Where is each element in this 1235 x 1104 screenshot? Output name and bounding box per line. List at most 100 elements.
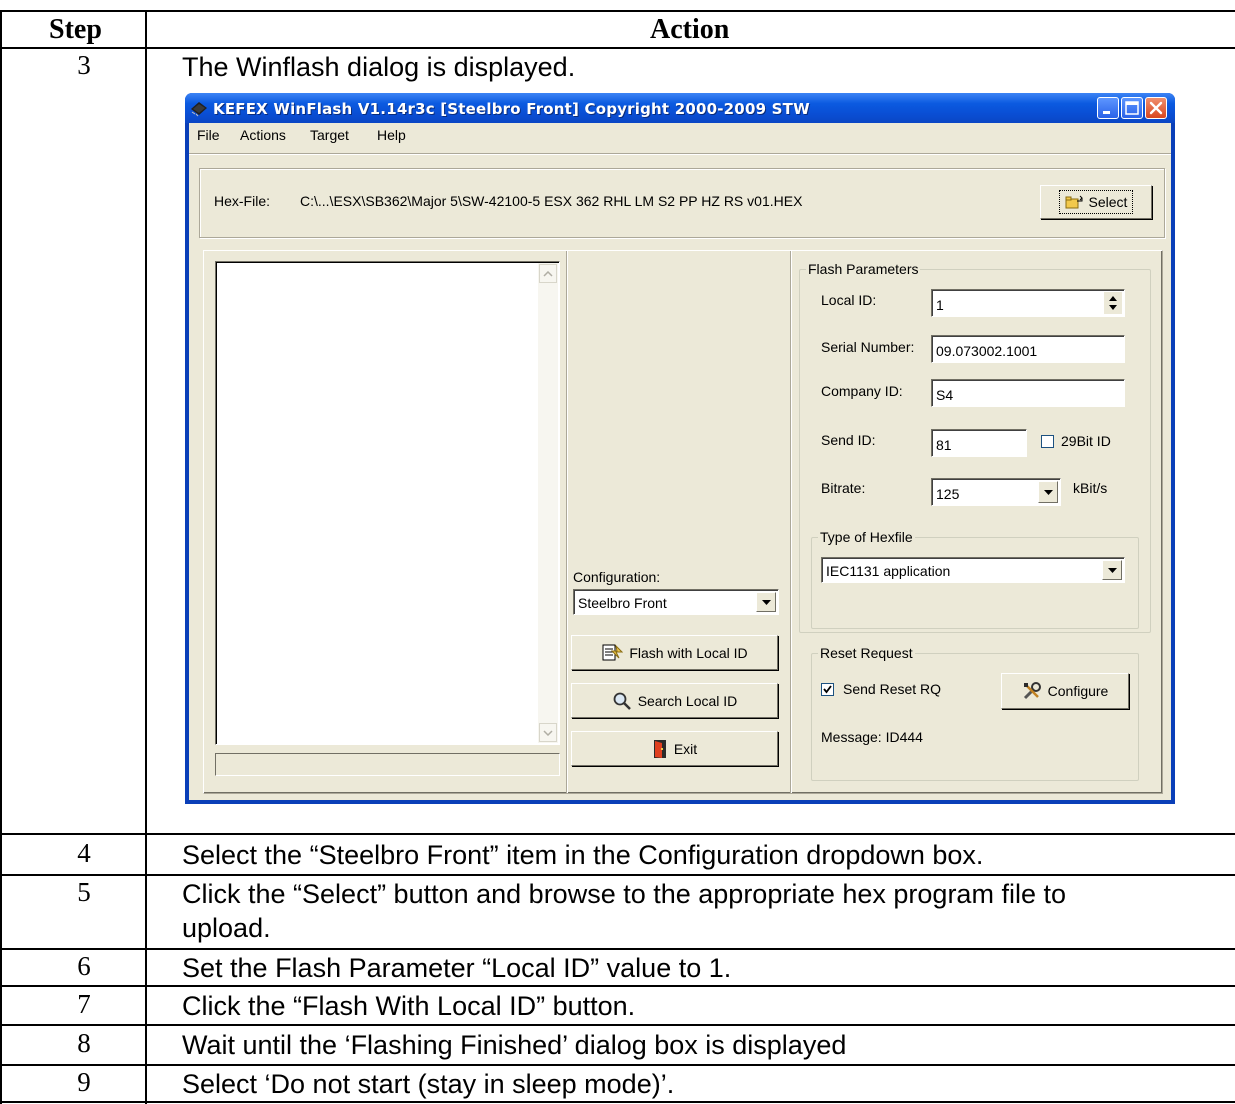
step-action: Click the “Select” button and browse to … bbox=[182, 879, 1066, 909]
checkmark-icon bbox=[823, 685, 832, 694]
row-rule bbox=[0, 1101, 1235, 1103]
step-number: 8 bbox=[77, 1028, 91, 1058]
serial-number-field[interactable]: 09.073002.1001 bbox=[931, 335, 1125, 363]
send-reset-label: Send Reset RQ bbox=[843, 681, 942, 697]
exit-button-label: Exit bbox=[673, 740, 698, 757]
menu-help[interactable]: Help bbox=[377, 127, 406, 143]
local-id-spinner[interactable]: 1 bbox=[931, 289, 1125, 317]
row-rule bbox=[0, 874, 1235, 876]
send-id-field[interactable]: 81 bbox=[931, 429, 1027, 457]
table-border-top bbox=[0, 10, 1235, 12]
minimize-icon bbox=[1103, 111, 1110, 114]
magnifier-icon bbox=[613, 692, 631, 710]
spinner-arrows-icon bbox=[1104, 292, 1122, 314]
flash-with-local-id-button[interactable]: Flash with Local ID bbox=[571, 635, 778, 670]
window-client: File Actions Target Help Hex-File: C:\..… bbox=[189, 123, 1171, 800]
flash-icon bbox=[602, 643, 624, 660]
step-number: 4 bbox=[77, 838, 91, 868]
step-number: 9 bbox=[77, 1067, 91, 1097]
table-header-rule bbox=[0, 47, 1235, 49]
header-action: Action bbox=[650, 14, 730, 45]
configure-button-label: Configure bbox=[1047, 683, 1109, 699]
spinner-buttons[interactable] bbox=[1104, 292, 1122, 314]
step-number: 7 bbox=[77, 989, 91, 1019]
chevron-up-icon bbox=[543, 270, 553, 277]
caret-down-icon bbox=[761, 599, 771, 605]
hex-file-panel: Hex-File: C:\...\ESX\SB362\Major 5\SW-42… bbox=[199, 168, 1165, 238]
configure-button[interactable]: Configure bbox=[1001, 673, 1129, 709]
local-id-value: 1 bbox=[936, 297, 944, 313]
chip-icon bbox=[191, 102, 207, 117]
row-rule bbox=[0, 833, 1235, 835]
bitrate-unit: kBit/s bbox=[1073, 480, 1108, 496]
column-divider bbox=[145, 10, 147, 1104]
hexfile-type-title: Type of Hexfile bbox=[818, 529, 915, 545]
status-field bbox=[215, 753, 560, 776]
maximize-button[interactable] bbox=[1121, 97, 1143, 119]
hex-file-label: Hex-File: bbox=[214, 193, 271, 209]
winflash-window: KEFEX WinFlash V1.14r3c [Steelbro Front]… bbox=[185, 93, 1175, 804]
select-button-label: Select bbox=[1088, 194, 1128, 210]
bitrate-dropdown-button[interactable] bbox=[1038, 481, 1058, 503]
serial-number-label: Serial Number: bbox=[821, 339, 915, 355]
bitrate-label: Bitrate: bbox=[821, 480, 866, 496]
title-bar[interactable]: KEFEX WinFlash V1.14r3c [Steelbro Front]… bbox=[185, 93, 1175, 123]
tools-icon bbox=[1023, 682, 1041, 700]
search-local-id-button[interactable]: Search Local ID bbox=[571, 683, 778, 718]
flash-parameters-title: Flash Parameters bbox=[806, 261, 921, 277]
company-id-field[interactable]: S4 bbox=[931, 379, 1125, 407]
bitrate-dropdown[interactable]: 125 bbox=[931, 478, 1061, 506]
step-action: Wait until the ‘Flashing Finished’ dialo… bbox=[182, 1030, 847, 1060]
window-title: KEFEX WinFlash V1.14r3c [Steelbro Front]… bbox=[213, 100, 810, 118]
configuration-value: Steelbro Front bbox=[578, 595, 667, 611]
menu-target[interactable]: Target bbox=[310, 127, 349, 143]
hexfile-type-dropdown[interactable]: IEC1131 application bbox=[821, 557, 1125, 583]
row-rule bbox=[0, 1064, 1235, 1066]
company-id-label: Company ID: bbox=[821, 383, 903, 399]
output-list[interactable] bbox=[215, 261, 560, 745]
serial-number-value: 09.073002.1001 bbox=[936, 343, 1038, 359]
step-action: Select ‘Do not start (stay in sleep mode… bbox=[182, 1069, 675, 1099]
step-action: Set the Flash Parameter “Local ID” value… bbox=[182, 953, 732, 983]
step-number: 3 bbox=[77, 50, 91, 80]
flash-button-label: Flash with Local ID bbox=[629, 644, 748, 661]
output-scrollbar[interactable] bbox=[538, 263, 558, 743]
minimize-button[interactable] bbox=[1097, 97, 1119, 119]
step-number: 5 bbox=[77, 877, 91, 907]
row-rule bbox=[0, 985, 1235, 987]
step-number: 6 bbox=[77, 951, 91, 981]
step-action-continued: upload. bbox=[182, 913, 271, 943]
menu-actions[interactable]: Actions bbox=[240, 127, 286, 143]
29bit-id-checkbox[interactable] bbox=[1041, 435, 1054, 448]
scroll-down-button[interactable] bbox=[539, 723, 557, 742]
menu-separator bbox=[189, 153, 1171, 155]
caret-down-icon bbox=[1107, 567, 1117, 573]
scroll-up-button[interactable] bbox=[539, 264, 557, 283]
menu-file[interactable]: File bbox=[197, 127, 220, 143]
29bit-id-label: 29Bit ID bbox=[1061, 433, 1111, 449]
close-button[interactable] bbox=[1145, 97, 1167, 119]
configuration-dropdown[interactable]: Steelbro Front bbox=[573, 589, 779, 615]
step-action: Click the “Flash With Local ID” button. bbox=[182, 991, 636, 1021]
hexfile-type-group: Type of Hexfile bbox=[811, 529, 1139, 629]
open-file-icon bbox=[1065, 195, 1083, 209]
configuration-dropdown-button[interactable] bbox=[756, 592, 776, 612]
column-separator-hl bbox=[567, 251, 568, 793]
hex-file-path: C:\...\ESX\SB362\Major 5\SW-42100-5 ESX … bbox=[300, 193, 803, 209]
select-button[interactable]: Select bbox=[1040, 185, 1152, 219]
maximize-icon bbox=[1125, 101, 1139, 115]
chevron-down-icon bbox=[543, 729, 553, 736]
row-rule bbox=[0, 948, 1235, 950]
send-id-value: 81 bbox=[936, 437, 952, 453]
company-id-value: S4 bbox=[936, 387, 954, 403]
exit-button[interactable]: Exit bbox=[571, 731, 778, 766]
send-id-label: Send ID: bbox=[821, 432, 876, 448]
local-id-label: Local ID: bbox=[821, 292, 877, 308]
bitrate-value: 125 bbox=[936, 486, 960, 502]
send-reset-checkbox[interactable] bbox=[821, 683, 834, 696]
reset-request-title: Reset Request bbox=[818, 645, 915, 661]
header-step: Step bbox=[49, 14, 102, 45]
column-separator-hl bbox=[791, 251, 792, 793]
menu-bar: File Actions Target Help bbox=[189, 123, 1171, 145]
hexfile-type-dropdown-button[interactable] bbox=[1102, 560, 1122, 580]
